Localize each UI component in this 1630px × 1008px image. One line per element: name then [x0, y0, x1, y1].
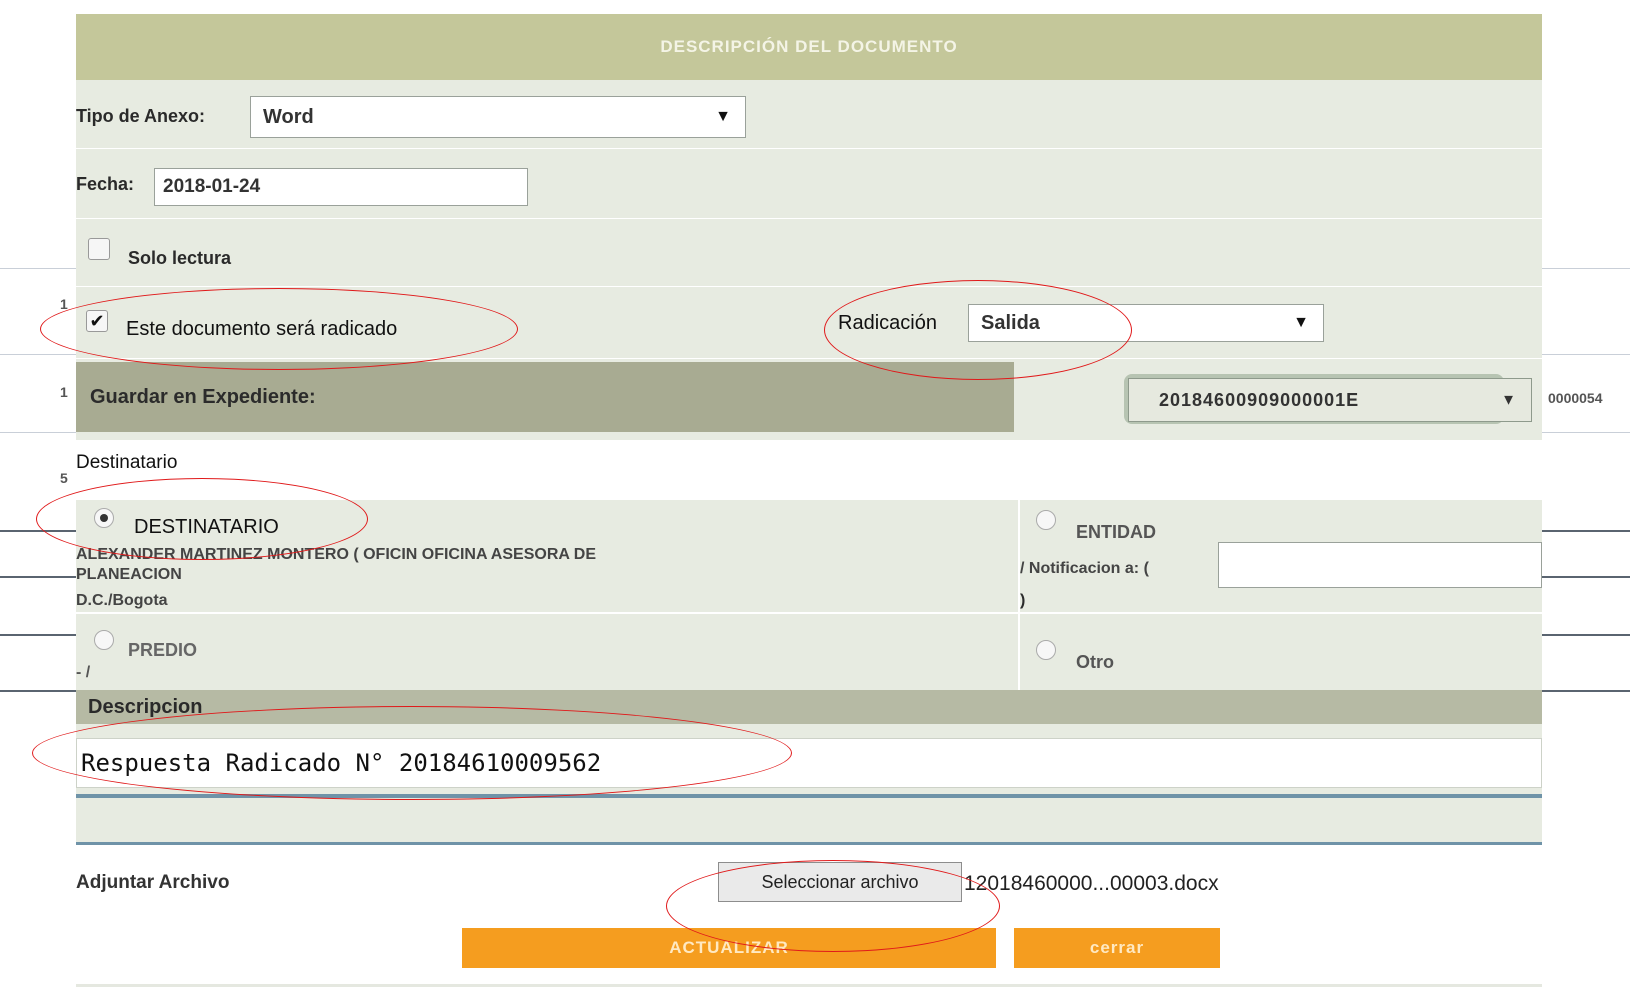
notificacion-close: )	[1020, 592, 1026, 609]
background-fragment: 1	[60, 296, 68, 312]
expediente-select-wrap: 20184600909000001E ▼	[1124, 374, 1532, 424]
predio-label: PREDIO	[128, 640, 198, 660]
dialog-title: DESCRIPCIÓN DEL DOCUMENTO	[76, 14, 1542, 80]
expediente-value: 20184600909000001E	[1159, 389, 1360, 410]
triangle-down-icon: ▼	[1501, 391, 1517, 409]
notificacion-input[interactable]	[1218, 542, 1542, 588]
otro-label: Otro	[1076, 652, 1114, 672]
expediente-label: Guardar en Expediente:	[76, 362, 1014, 432]
row-divider	[76, 218, 1542, 219]
notificacion-label: / Notificacion a: (	[1020, 560, 1149, 577]
radicacion-select[interactable]: Salida ▼	[968, 304, 1324, 342]
fecha-input[interactable]: 2018-01-24	[154, 168, 528, 206]
expediente-select[interactable]: 20184600909000001E ▼	[1128, 378, 1532, 422]
fecha-label: Fecha:	[76, 174, 135, 194]
solo-lectura-label: Solo lectura	[128, 248, 232, 268]
entidad-label: ENTIDAD	[1076, 522, 1156, 542]
destinatario-row-divider	[76, 612, 1542, 614]
destinatario-option-label: DESTINATARIO	[134, 516, 279, 538]
selected-file-name: 12018460000...00003.docx	[964, 872, 1219, 895]
radicado-checkbox[interactable]: ✔	[86, 310, 108, 332]
footer-divider	[76, 984, 1542, 987]
background-fragment: 1	[60, 384, 68, 400]
row-divider	[76, 358, 1542, 359]
tipo-anexo-value: Word	[263, 105, 314, 128]
radio-selected-dot	[100, 514, 108, 522]
predio-radio[interactable]	[94, 630, 114, 650]
close-button[interactable]: cerrar	[1014, 928, 1220, 968]
destinatario-name-line1: ALEXANDER MARTINEZ MONTERO ( OFICIN OFIC…	[76, 546, 596, 563]
destinatario-title-band	[76, 440, 1542, 500]
row-divider	[76, 148, 1542, 149]
adjuntar-label: Adjuntar Archivo	[76, 872, 230, 893]
checkmark-icon: ✔	[89, 310, 105, 331]
tipo-anexo-label: Tipo de Anexo:	[76, 106, 206, 126]
otro-radio[interactable]	[1036, 640, 1056, 660]
radicacion-value: Salida	[981, 311, 1040, 334]
triangle-down-icon: ▼	[1293, 314, 1309, 331]
predio-sub: - /	[76, 664, 91, 681]
destinatario-title: Destinatario	[76, 452, 178, 473]
destinatario-city: D.C./Bogota	[76, 592, 168, 609]
destinatario-radio[interactable]	[94, 508, 114, 528]
entidad-radio[interactable]	[1036, 510, 1056, 530]
update-button[interactable]: ACTUALIZAR	[462, 928, 996, 968]
section-separator	[76, 794, 1542, 798]
solo-lectura-checkbox[interactable]	[88, 238, 110, 260]
background-fragment-right: 0000054	[1548, 390, 1603, 406]
row-divider	[76, 286, 1542, 287]
background-fragment: 5	[60, 470, 68, 486]
select-file-button[interactable]: Seleccionar archivo	[718, 862, 962, 902]
tipo-anexo-select[interactable]: Word ▼	[250, 96, 746, 138]
descripcion-input[interactable]: Respuesta Radicado N° 20184610009562	[76, 738, 1542, 788]
triangle-down-icon: ▼	[715, 108, 731, 125]
destinatario-name-line2: PLANEACION	[76, 566, 182, 583]
radicacion-label: Radicación	[838, 312, 937, 334]
radicado-label: Este documento será radicado	[126, 318, 398, 340]
descripcion-label: Descripcion	[76, 690, 1542, 724]
